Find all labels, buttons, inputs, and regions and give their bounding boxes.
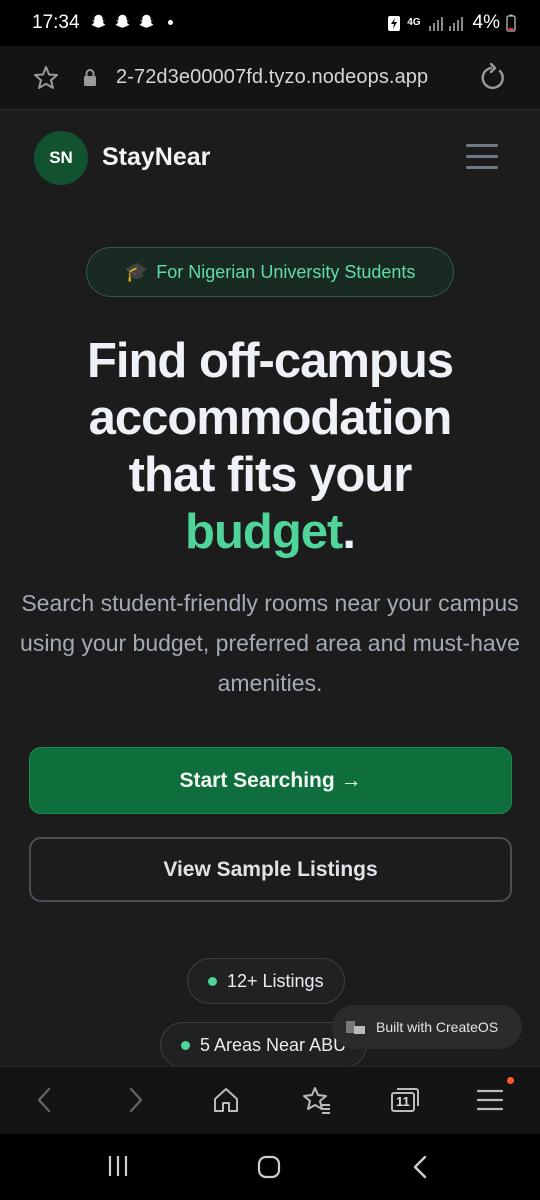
- logo[interactable]: SN: [34, 131, 88, 185]
- bookmarks-icon[interactable]: [300, 1085, 332, 1115]
- hero-title-accent: budget: [185, 505, 343, 559]
- hero-title: Find off-campus accommodation that fits …: [20, 333, 520, 561]
- battery-saver-icon: [388, 16, 401, 31]
- tabs-button[interactable]: 11: [390, 1086, 420, 1119]
- url-field[interactable]: 2-72d3e00007fd.tyzo.nodeops.app: [116, 66, 428, 89]
- hero-title-line: accommodation: [88, 391, 453, 445]
- hamburger-menu-icon[interactable]: [466, 144, 500, 170]
- graduation-cap-icon: 🎓: [124, 262, 149, 283]
- logo-initials: SN: [49, 148, 73, 167]
- badge-text: Built with CreateOS: [376, 1019, 499, 1035]
- hero-subtitle: Search student-friendly rooms near your …: [20, 590, 520, 696]
- pill-text: For Nigerian University Students: [156, 261, 416, 282]
- android-nav-bar: [0, 1134, 540, 1200]
- back-button-icon[interactable]: [408, 1154, 432, 1180]
- hero-title-line: that fits your: [128, 448, 413, 502]
- status-dot-icon: [181, 1040, 190, 1050]
- status-bar: 17:34 4G 4%: [0, 0, 540, 46]
- brand-name[interactable]: StayNear: [102, 143, 210, 172]
- battery-icon: [506, 14, 516, 32]
- lock-icon: [84, 69, 96, 86]
- back-icon[interactable]: [32, 1085, 56, 1115]
- audience-pill: 🎓 For Nigerian University Students: [86, 247, 454, 297]
- site-header: SN StayNear: [0, 111, 540, 203]
- home-icon[interactable]: [211, 1085, 241, 1115]
- web-page: SN StayNear 🎓 For Nigerian University St…: [0, 111, 540, 1066]
- snapchat-icon: [91, 14, 106, 28]
- reload-icon[interactable]: [478, 63, 508, 93]
- stat-label: 12+ Listings: [227, 970, 324, 991]
- notification-dot-icon: [168, 20, 173, 25]
- hero-title-period: .: [342, 505, 356, 559]
- stat-label: 5 Areas Near ABU: [200, 1034, 347, 1055]
- forward-icon[interactable]: [124, 1085, 148, 1115]
- home-button-icon[interactable]: [256, 1154, 282, 1180]
- network-type: 4G: [407, 17, 421, 28]
- snapchat-icon: [139, 14, 154, 28]
- battery-percent: 4%: [472, 12, 500, 33]
- built-with-createos-badge[interactable]: Built with CreateOS: [332, 1005, 522, 1049]
- status-icons: 4G 4%: [387, 12, 516, 34]
- status-time: 17:34: [32, 12, 80, 33]
- hero-title-line: Find off-campus: [86, 334, 454, 388]
- recent-apps-icon[interactable]: [106, 1154, 130, 1178]
- browser-toolbar: [0, 1066, 540, 1134]
- notification-dot-icon: [507, 1077, 514, 1084]
- view-sample-listings-button[interactable]: View Sample Listings: [29, 837, 512, 902]
- stat-pill: 12+ Listings: [187, 958, 345, 1004]
- snapchat-icon: [115, 14, 130, 28]
- createos-logo-icon: [346, 1021, 365, 1034]
- signal-icon: [428, 17, 463, 31]
- star-icon[interactable]: [32, 64, 60, 92]
- menu-icon[interactable]: [474, 1085, 506, 1115]
- browser-address-bar: 2-72d3e00007fd.tyzo.nodeops.app: [0, 46, 540, 110]
- start-searching-button[interactable]: Start Searching →: [29, 747, 512, 814]
- tab-count: 11: [396, 1094, 410, 1109]
- status-dot-icon: [208, 976, 217, 986]
